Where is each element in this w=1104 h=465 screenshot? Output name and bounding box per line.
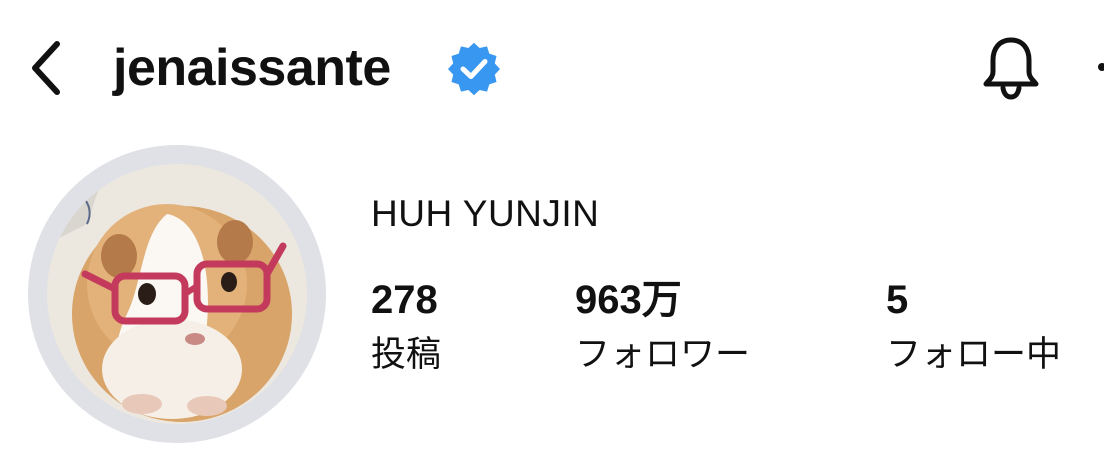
posts-count: 278	[371, 278, 438, 322]
following-label: フォロー中	[886, 335, 1062, 375]
followers-count: 963万	[575, 278, 682, 322]
following-stat[interactable]: 5 フォロー中	[886, 272, 1061, 380]
posts-label: 投稿	[371, 335, 442, 375]
profile-screen: jenaissante HUH YUNJIN 278 投稿 963万 フォロワー…	[0, 0, 1104, 465]
followers-stat[interactable]: 963万 フォロワー	[575, 272, 750, 380]
back-button[interactable]	[24, 38, 70, 98]
chevron-left-icon	[32, 41, 60, 95]
avatar[interactable]	[47, 164, 307, 424]
notifications-button[interactable]	[976, 32, 1046, 102]
avatar-image	[47, 164, 307, 424]
bell-icon	[983, 37, 1039, 100]
followers-label: フォロワー	[575, 335, 751, 375]
posts-stat[interactable]: 278 投稿	[371, 272, 441, 380]
profile-username: jenaissante	[113, 39, 391, 97]
following-count: 5	[886, 278, 909, 322]
verified-badge-icon	[448, 43, 500, 95]
more-icon[interactable]	[1094, 60, 1104, 74]
profile-display-name: HUH YUNJIN	[371, 193, 600, 234]
